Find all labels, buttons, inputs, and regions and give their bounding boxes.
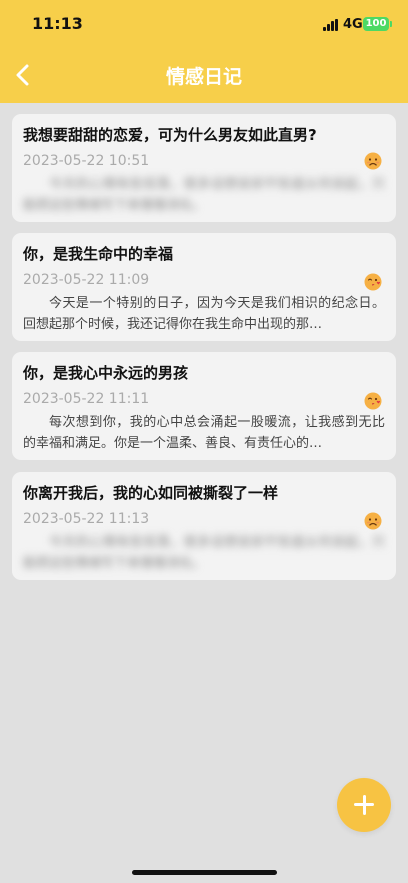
entry-snippet-blurred: 今天的心情有些低落，很多话想说却不知道从何说起，只能把这些情绪写下来慢慢消化。 (23, 535, 385, 571)
signal-icon (323, 19, 339, 31)
entry-title: 你，是我生命中的幸福 (23, 245, 174, 263)
diary-entry-card[interactable]: 你，是我生命中的幸福 2023-05-22 11:09 今天是一个特别的日子，因为今… (12, 233, 396, 341)
app-header: 11:13 4G 100 情感日记 (0, 0, 408, 103)
diary-entry-card[interactable]: 我想要甜甜的恋爱，可为什么男友如此直男? 2023-05-22 10:51 今天的心… (12, 114, 396, 222)
page-title: 情感日记 (165, 66, 242, 88)
entry-snippet: 每次想到你，我的心中总会涌起一股暖流，让我感到无比的幸福和满足。你是一个温柔、善… (23, 415, 385, 451)
entry-title: 我想要甜甜的恋爱，可为什么男友如此直男? (23, 126, 317, 144)
kiss-face-icon (364, 392, 382, 410)
entry-date: 2023-05-22 11:11 (23, 391, 150, 407)
entry-snippet: 今天是一个特别的日子，因为今天是我们相识的纪念日。回想起那个时候，我还记得你在我… (23, 296, 385, 332)
battery-icon: 100 (363, 17, 392, 31)
home-indicator (132, 870, 277, 875)
diary-entry-card[interactable]: 你，是我心中永远的男孩 2023-05-22 11:11 每次想到你，我的心中总会涌… (12, 352, 396, 460)
network-label: 4G (343, 17, 363, 32)
kiss-face-icon (364, 273, 382, 291)
entry-title: 你，是我心中永远的男孩 (23, 364, 189, 382)
sad-face-icon (364, 152, 382, 170)
status-time: 11:13 (32, 14, 83, 33)
status-bar: 11:13 4G 100 (0, 0, 408, 48)
entry-date: 2023-05-22 10:51 (23, 153, 150, 169)
diary-screen: 11:13 4G 100 情感日记 我想要甜甜的恋爱，可为什么男友如此直男? 20… (0, 0, 408, 883)
diary-entry-card[interactable]: 你离开我后，我的心如同被撕裂了一样 2023-05-22 11:13 今天的心情有些… (12, 472, 396, 580)
entry-date: 2023-05-22 11:09 (23, 272, 150, 288)
entry-snippet-blurred: 今天的心情有些低落，很多话想说却不知道从何说起，只能把这些情绪写下来慢慢消化。 (23, 177, 385, 213)
entry-date: 2023-05-22 11:13 (23, 511, 150, 527)
entry-title: 你离开我后，我的心如同被撕裂了一样 (23, 484, 279, 502)
add-entry-button[interactable] (337, 778, 391, 832)
sad-face-icon (364, 512, 382, 530)
